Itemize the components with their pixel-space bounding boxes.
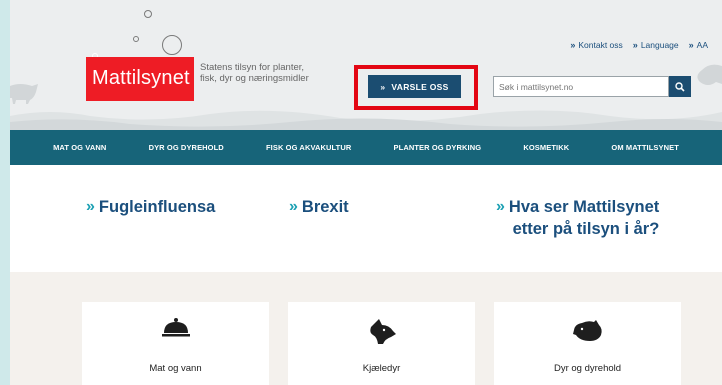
category-card-dyr-og-dyrehold[interactable]: Dyr og dyrehold (494, 302, 681, 385)
site-logo[interactable]: Mattilsynet (86, 57, 194, 101)
chevron-right-icon: » (496, 198, 505, 215)
chevron-right-icon: » (86, 198, 95, 215)
search-input[interactable] (493, 76, 669, 97)
chevron-right-icon: » (632, 40, 638, 50)
chevron-right-icon: » (289, 198, 298, 215)
category-label: Dyr og dyrehold (553, 363, 622, 374)
chevron-right-icon: » (380, 81, 386, 92)
category-label: Kjæledyr (362, 363, 401, 374)
text-size-link[interactable]: » AA (689, 40, 708, 50)
nav-item-planter-og-dyrking[interactable]: PLANTER OG DYRKING (394, 143, 482, 152)
featured-links: » Fugleinfluensa » Brexit » Hva ser Matt… (10, 165, 722, 272)
search-button[interactable] (669, 76, 691, 97)
logo-tagline: Statens tilsyn for planter, fisk, dyr og… (200, 62, 309, 84)
contact-link[interactable]: » Kontakt oss (570, 40, 622, 50)
logo-bubble-icon (144, 10, 152, 18)
cow-silhouette-icon (10, 84, 38, 104)
bird-silhouette-icon (697, 64, 722, 85)
category-label: Mat og vann (149, 363, 202, 374)
utility-links: » Kontakt oss » Language » AA (570, 40, 708, 50)
featured-link-brexit[interactable]: » Brexit (289, 196, 349, 218)
varsle-oss-button[interactable]: » VARSLE OSS (368, 75, 461, 98)
nav-item-om-mattilsynet[interactable]: OM MATTILSYNET (611, 143, 679, 152)
nav-item-fisk-og-akvakultur[interactable]: FISK OG AKVAKULTUR (266, 143, 351, 152)
category-section: Mat og vann Kjæledyr Dyr og dyrehold (10, 272, 722, 385)
cloche-icon (161, 318, 190, 337)
nav-item-mat-og-vann[interactable]: MAT OG VANN (53, 143, 106, 152)
language-link[interactable]: » Language (633, 40, 679, 50)
dog-icon (369, 319, 396, 344)
main-nav: MAT OG VANN DYR OG DYREHOLD FISK OG AKVA… (10, 130, 722, 165)
category-card-mat-og-vann[interactable]: Mat og vann (82, 302, 269, 385)
nav-item-kosmetikk[interactable]: KOSMETIKK (523, 143, 569, 152)
chevron-right-icon: » (688, 40, 694, 50)
search-bar (493, 76, 691, 97)
nav-item-dyr-og-dyrehold[interactable]: DYR OG DYREHOLD (149, 143, 224, 152)
category-card-kjaeledyr[interactable]: Kjæledyr (288, 302, 475, 385)
featured-link-fugleinfluensa[interactable]: » Fugleinfluensa (86, 196, 215, 218)
chevron-right-icon: » (570, 40, 576, 50)
logo-bubble-icon (162, 35, 182, 55)
search-icon (675, 81, 685, 92)
pig-icon (572, 320, 602, 341)
featured-link-tilsyn[interactable]: » Hva ser Mattilsynet etter på tilsyn i … (496, 196, 659, 240)
logo-bubble-icon (133, 36, 139, 42)
page: Mattilsynet Statens tilsyn for planter, … (0, 0, 722, 385)
logo-text: Mattilsynet (92, 67, 190, 89)
